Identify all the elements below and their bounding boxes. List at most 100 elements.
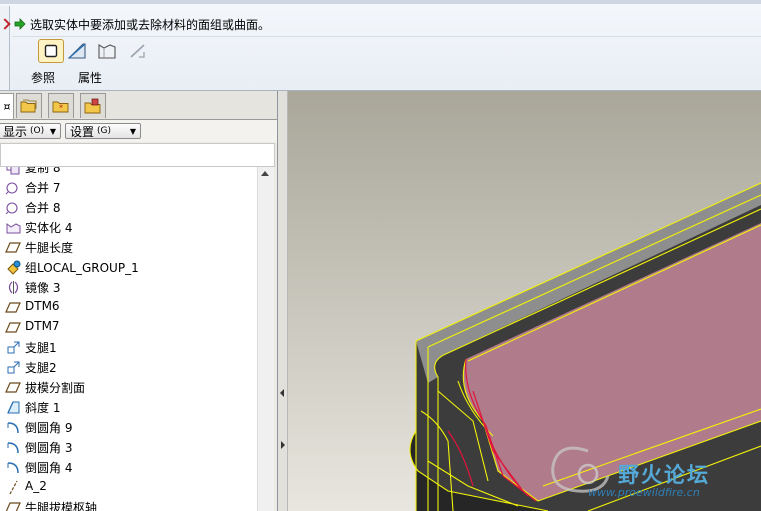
dashboard-top-border bbox=[0, 0, 761, 4]
copy-feature-icon bbox=[6, 167, 20, 175]
datum-plane-icon bbox=[5, 302, 21, 313]
datum-axis-icon bbox=[9, 480, 18, 495]
tree-item[interactable]: 镜像 3 bbox=[0, 277, 257, 297]
settings-label: 设置 bbox=[70, 124, 95, 139]
dropdown-arrow-icon: ▼ bbox=[49, 126, 56, 136]
tree-item-label: DTM6 bbox=[25, 299, 60, 313]
protrusion-icon bbox=[7, 341, 20, 354]
datum-plane-icon bbox=[5, 322, 21, 333]
tree-item-label: 复制 8 bbox=[25, 167, 61, 175]
tree-item[interactable]: DTM6 bbox=[0, 297, 257, 317]
group-icon bbox=[7, 260, 21, 275]
dropdown-arrow-icon: ▼ bbox=[129, 126, 136, 136]
scroll-up-arrow-icon[interactable] bbox=[261, 171, 269, 176]
navigator-tabs: ¤ * bbox=[0, 91, 277, 120]
favorites-folder-icon: * bbox=[52, 101, 69, 113]
show-dropdown[interactable]: 显示 (O) ▼ bbox=[0, 123, 61, 139]
tree-item[interactable]: 支腿2 bbox=[0, 357, 257, 377]
round-icon bbox=[7, 462, 19, 474]
tree-item-label: 牛腿长度 bbox=[25, 241, 74, 255]
round-icon bbox=[7, 442, 19, 454]
tree-item-label: 支腿1 bbox=[25, 341, 57, 355]
tree-item-label: 实体化 4 bbox=[25, 221, 73, 235]
tab-connections[interactable] bbox=[80, 93, 106, 118]
tree-item[interactable]: A_2 bbox=[0, 477, 257, 497]
tree-scrollbar[interactable] bbox=[257, 167, 274, 511]
connections-folder-icon bbox=[84, 98, 101, 114]
merge-icon bbox=[5, 202, 18, 215]
solid-fill-button[interactable] bbox=[38, 39, 64, 63]
tree-item[interactable]: 合并 7 bbox=[0, 177, 257, 197]
show-shortcut: (O) bbox=[30, 126, 45, 136]
tree-item[interactable]: 支腿1 bbox=[0, 337, 257, 357]
datum-plane-icon bbox=[5, 382, 21, 393]
tree-item-label: 合并 8 bbox=[25, 201, 61, 215]
tree-item-label: 合并 7 bbox=[25, 181, 61, 195]
surface-button[interactable] bbox=[94, 39, 120, 63]
tree-item[interactable]: 合并 8 bbox=[0, 197, 257, 217]
tree-item[interactable]: 实体化 4 bbox=[0, 217, 257, 237]
tab-folder-browser[interactable] bbox=[16, 93, 42, 118]
tree-item-label: A_2 bbox=[25, 479, 47, 493]
prompt-text: 选取实体中要添加或去除材料的面组或曲面。 bbox=[30, 17, 271, 32]
collapse-left-arrow-icon[interactable] bbox=[280, 389, 284, 397]
solid-fill-icon bbox=[44, 44, 58, 58]
datum-plane-icon bbox=[5, 502, 21, 511]
model-tree-icon: ¤ bbox=[3, 100, 11, 113]
tree-item[interactable]: 斜度 1 bbox=[0, 397, 257, 417]
tab-properties[interactable]: 属性 bbox=[78, 69, 102, 86]
arrow-right-icon bbox=[14, 18, 26, 30]
expand-right-arrow-icon[interactable] bbox=[281, 441, 285, 449]
remove-material-button[interactable] bbox=[64, 39, 90, 63]
tree-item-label: 支腿2 bbox=[25, 361, 57, 375]
tab-favorites[interactable]: * bbox=[48, 93, 74, 118]
merge-icon bbox=[5, 182, 18, 195]
datum-plane-icon bbox=[5, 242, 21, 253]
watermark-url: www.proewildfire.cn bbox=[588, 486, 700, 499]
tree-item-label: 倒圆角 3 bbox=[25, 441, 73, 455]
tree-item-label: 组LOCAL_GROUP_1 bbox=[25, 261, 139, 275]
dashboard-side-handle[interactable] bbox=[0, 6, 11, 90]
collapse-arrow-icon[interactable] bbox=[0, 18, 11, 30]
panel-sash[interactable] bbox=[278, 91, 288, 511]
navigator-panel: ¤ * 显示 (O) ▼ 设置 (G) ▼ 复制 8 合并 7 合并 8 实体化… bbox=[0, 91, 278, 511]
tree-item[interactable]: 组LOCAL_GROUP_1 bbox=[0, 257, 257, 277]
tree-item-label: 牛腿拔模枢轴 bbox=[25, 501, 98, 511]
model-view bbox=[288, 91, 761, 511]
mirror-icon bbox=[8, 281, 19, 294]
tab-references[interactable]: 参照 bbox=[31, 69, 55, 86]
tree-item-label: 镜像 3 bbox=[25, 281, 61, 295]
tree-item[interactable]: 倒圆角 4 bbox=[0, 457, 257, 477]
dashboard-divider bbox=[12, 36, 761, 37]
tree-item[interactable]: 牛腿长度 bbox=[0, 237, 257, 257]
tree-item-label: DTM7 bbox=[25, 319, 60, 333]
watermark-title: 野火论坛 bbox=[618, 463, 710, 487]
svg-text:*: * bbox=[59, 104, 63, 113]
thicken-icon bbox=[130, 44, 145, 58]
surface-icon bbox=[98, 44, 116, 59]
feature-dashboard: 选取实体中要添加或去除材料的面组或曲面。 参照 属性 bbox=[0, 0, 761, 91]
folder-icon bbox=[20, 99, 37, 113]
draft-icon bbox=[7, 401, 20, 414]
model-tree: 复制 8 合并 7 合并 8 实体化 4 牛腿长度组LOCAL_GROUP_1 镜像 3 D… bbox=[0, 167, 257, 511]
tree-item[interactable]: 牛腿拔模枢轴 bbox=[0, 497, 257, 511]
tree-item[interactable]: 拔模分割面 bbox=[0, 377, 257, 397]
round-icon bbox=[7, 422, 19, 434]
thicken-button[interactable] bbox=[125, 39, 151, 63]
tree-item-label: 倒圆角 9 bbox=[25, 421, 73, 435]
tree-item-label: 斜度 1 bbox=[25, 401, 61, 415]
settings-dropdown[interactable]: 设置 (G) ▼ bbox=[65, 123, 141, 139]
tree-item[interactable]: 倒圆角 3 bbox=[0, 437, 257, 457]
tree-item[interactable]: 倒圆角 9 bbox=[0, 417, 257, 437]
settings-shortcut: (G) bbox=[97, 126, 112, 136]
graphics-viewport[interactable]: 野火论坛 www.proewildfire.cn bbox=[288, 91, 761, 511]
message-prompt: 选取实体中要添加或去除材料的面组或曲面。 bbox=[14, 15, 270, 33]
protrusion-icon bbox=[7, 361, 20, 374]
tree-search-field[interactable] bbox=[0, 143, 275, 167]
tree-item[interactable]: DTM7 bbox=[0, 317, 257, 337]
tree-item[interactable]: 复制 8 bbox=[0, 167, 257, 177]
remove-material-icon bbox=[67, 43, 86, 59]
tree-item-label: 拔模分割面 bbox=[25, 381, 86, 395]
solidify-icon bbox=[6, 223, 21, 234]
tab-model-tree[interactable]: ¤ bbox=[0, 93, 14, 119]
